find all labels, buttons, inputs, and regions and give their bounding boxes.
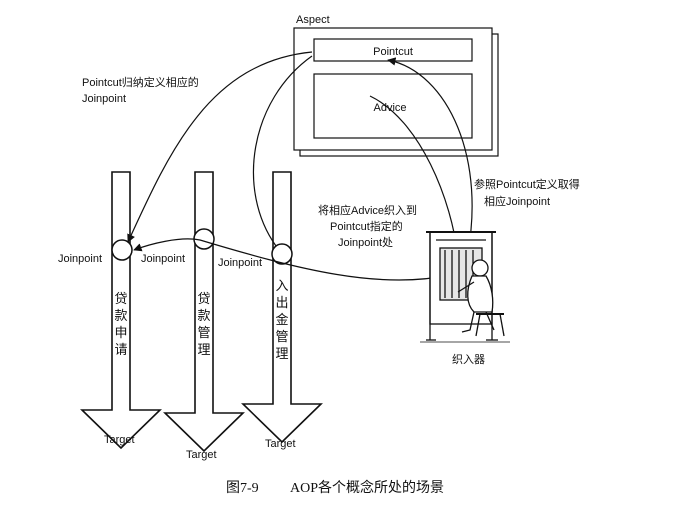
joinpoint-label: Joinpoint bbox=[58, 253, 102, 265]
flow-label-char: 出 bbox=[275, 295, 288, 310]
flow-loan-application: 贷 款 申 请 Joinpoint Target bbox=[58, 171, 162, 450]
pointcut-note-line2: Joinpoint bbox=[82, 93, 126, 105]
flow-label-char: 贷 bbox=[114, 291, 127, 306]
weaver-illustration bbox=[420, 231, 510, 343]
joinpoint-label: Joinpoint bbox=[218, 257, 262, 269]
weaver-label: 织入器 bbox=[452, 353, 485, 366]
figure-number: 图7-9 bbox=[226, 481, 259, 496]
flow-label-char: 入 bbox=[275, 278, 288, 293]
flow-label-char: 款 bbox=[197, 308, 210, 323]
weave-note-line2: Pointcut指定的 bbox=[330, 219, 403, 233]
flow-label-char: 理 bbox=[197, 342, 210, 357]
flow-loan-management: 贷 款 管 理 Joinpoint Target bbox=[141, 171, 245, 461]
weave-note-line3: Joinpoint处 bbox=[338, 236, 393, 249]
ref-note-line1: 参照Pointcut定义取得 bbox=[474, 177, 580, 191]
flow-label-char: 管 bbox=[275, 329, 288, 344]
flow-label-char: 款 bbox=[114, 308, 127, 323]
weave-note-line1: 将相应Advice织入到 bbox=[318, 203, 417, 217]
ref-note-line2: 相应Joinpoint bbox=[484, 194, 550, 208]
target-label: Target bbox=[186, 449, 217, 461]
pointcut-note-line1: Pointcut归纳定义相应的 bbox=[82, 75, 199, 89]
flow-fund-management: 入 出 金 管 理 Joinpoint Target bbox=[218, 171, 323, 450]
flow-label-char: 金 bbox=[275, 312, 288, 327]
pointcut-label: Pointcut bbox=[373, 46, 413, 58]
target-label: Target bbox=[104, 434, 135, 446]
flow-label-char: 申 bbox=[114, 325, 127, 340]
joinpoint-label: Joinpoint bbox=[141, 253, 185, 265]
aop-scene-diagram: Aspect Pointcut Advice 贷 款 申 请 Joinpoint… bbox=[58, 14, 580, 496]
flow-label-char: 理 bbox=[275, 346, 288, 361]
flow-label-char: 管 bbox=[197, 325, 210, 340]
figure-caption: AOP各个概念所处的场景 bbox=[290, 479, 444, 496]
aspect-box: Aspect Pointcut Advice bbox=[293, 14, 499, 157]
advice-label: Advice bbox=[373, 102, 406, 114]
target-label: Target bbox=[265, 438, 296, 450]
flow-label-char: 请 bbox=[114, 342, 127, 357]
aspect-title: Aspect bbox=[296, 14, 330, 26]
joinpoint-marker bbox=[111, 239, 133, 261]
flow-label-char: 贷 bbox=[197, 291, 210, 306]
